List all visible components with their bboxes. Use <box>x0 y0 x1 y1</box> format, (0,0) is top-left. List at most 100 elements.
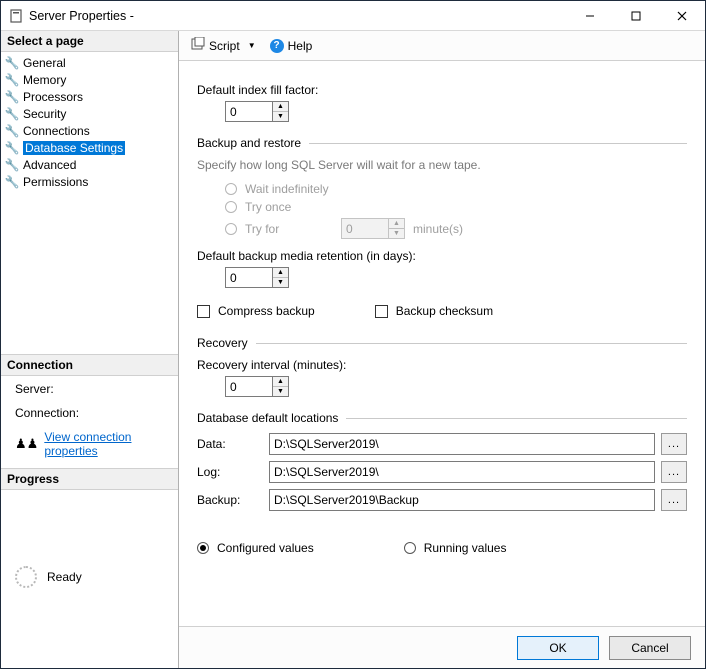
backup-path-input[interactable] <box>269 489 655 511</box>
running-values-label: Running values <box>424 541 507 555</box>
nav-label: General <box>23 56 66 70</box>
retention-input[interactable] <box>226 268 272 287</box>
radio-icon <box>225 223 237 235</box>
help-icon: ? <box>270 39 284 53</box>
maximize-button[interactable] <box>613 1 659 31</box>
nav-connections[interactable]: 🔧 Connections <box>1 122 178 139</box>
script-label: Script <box>209 39 240 53</box>
script-icon <box>191 37 205 54</box>
ok-button[interactable]: OK <box>517 636 599 660</box>
wrench-icon: 🔧 <box>5 56 19 70</box>
running-values-option[interactable]: Running values <box>404 541 507 555</box>
checkbox-icon <box>375 305 388 318</box>
nav-label: Connections <box>23 124 90 138</box>
wrench-icon: 🔧 <box>5 141 19 155</box>
try-for-spinbox: ▲ ▼ <box>341 218 405 239</box>
right-panel: Script ▼ ? Help Default index fill facto… <box>179 31 705 668</box>
backup-label: Backup: <box>197 493 263 507</box>
fill-factor-spinbox[interactable]: ▲ ▼ <box>225 101 289 122</box>
progress-block: Ready <box>1 490 178 668</box>
select-page-head: Select a page <box>1 31 178 52</box>
titlebar: Server Properties - <box>1 1 705 31</box>
connection-block: Server: Connection: ♟♟ View connection p… <box>1 376 178 468</box>
spin-up-icon[interactable]: ▲ <box>273 377 288 387</box>
minimize-button[interactable] <box>567 1 613 31</box>
spin-up-icon[interactable]: ▲ <box>273 268 288 278</box>
progress-head: Progress <box>1 468 178 490</box>
wait-indefinitely-label: Wait indefinitely <box>245 182 329 196</box>
help-button[interactable]: ? Help <box>266 37 317 55</box>
spin-down-icon[interactable]: ▼ <box>273 112 288 121</box>
nav-processors[interactable]: 🔧 Processors <box>1 88 178 105</box>
wrench-icon: 🔧 <box>5 124 19 138</box>
configured-values-option[interactable]: Configured values <box>197 541 314 555</box>
left-panel: Select a page 🔧 General 🔧 Memory 🔧 Proce… <box>1 31 179 668</box>
view-connection-properties-link[interactable]: View connection properties <box>44 430 170 458</box>
data-label: Data: <box>197 437 263 451</box>
progress-spinner-icon <box>15 566 37 588</box>
divider <box>346 418 687 419</box>
log-label: Log: <box>197 465 263 479</box>
cancel-label: Cancel <box>631 641 668 655</box>
try-once-label: Try once <box>245 200 291 214</box>
nav-list: 🔧 General 🔧 Memory 🔧 Processors 🔧 Securi… <box>1 52 178 192</box>
nav-label: Database Settings <box>23 141 125 155</box>
backup-checksum-checkbox[interactable]: Backup checksum <box>375 304 493 318</box>
compress-backup-checkbox[interactable]: Compress backup <box>197 304 315 318</box>
spin-down-icon[interactable]: ▼ <box>273 278 288 287</box>
nav-label: Advanced <box>23 158 76 172</box>
recovery-head: Recovery <box>197 336 687 350</box>
wait-indefinitely-option: Wait indefinitely <box>225 182 687 196</box>
wrench-icon: 🔧 <box>5 175 19 189</box>
server-label: Server: <box>15 382 54 396</box>
nav-advanced[interactable]: 🔧 Advanced <box>1 156 178 173</box>
backup-browse-button[interactable]: ... <box>661 489 687 511</box>
radio-icon <box>197 542 209 554</box>
spin-up-icon[interactable]: ▲ <box>273 102 288 112</box>
locations-grid: Data: ... Log: ... Backup: ... <box>197 433 687 511</box>
nav-label: Processors <box>23 90 83 104</box>
window-title: Server Properties - <box>29 9 567 23</box>
progress-status: Ready <box>47 570 82 584</box>
nav-security[interactable]: 🔧 Security <box>1 105 178 122</box>
data-path-input[interactable] <box>269 433 655 455</box>
locations-label: Database default locations <box>197 411 338 425</box>
connection-label: Connection: <box>15 406 79 420</box>
recovery-label: Recovery <box>197 336 248 350</box>
try-for-input <box>342 219 388 238</box>
ok-label: OK <box>549 641 566 655</box>
fill-factor-input[interactable] <box>226 102 272 121</box>
radio-icon <box>404 542 416 554</box>
window-buttons <box>567 1 705 31</box>
log-path-input[interactable] <box>269 461 655 483</box>
data-browse-button[interactable]: ... <box>661 433 687 455</box>
divider <box>256 343 687 344</box>
try-for-unit: minute(s) <box>413 222 463 236</box>
nav-memory[interactable]: 🔧 Memory <box>1 71 178 88</box>
spin-down-icon[interactable]: ▼ <box>273 387 288 396</box>
close-button[interactable] <box>659 1 705 31</box>
content: Default index fill factor: ▲ ▼ Backup an… <box>179 61 705 626</box>
spin-down-icon: ▼ <box>389 229 404 238</box>
nav-permissions[interactable]: 🔧 Permissions <box>1 173 178 190</box>
nav-general[interactable]: 🔧 General <box>1 54 178 71</box>
retention-label: Default backup media retention (in days)… <box>197 249 687 263</box>
wrench-icon: 🔧 <box>5 107 19 121</box>
backup-restore-label: Backup and restore <box>197 136 301 150</box>
log-browse-button[interactable]: ... <box>661 461 687 483</box>
configured-values-label: Configured values <box>217 541 314 555</box>
spin-up-icon: ▲ <box>389 219 404 229</box>
nav-database-settings[interactable]: 🔧 Database Settings <box>1 139 178 156</box>
toolbar: Script ▼ ? Help <box>179 31 705 61</box>
retention-spinbox[interactable]: ▲ ▼ <box>225 267 289 288</box>
fill-factor-label: Default index fill factor: <box>197 83 687 97</box>
recovery-interval-spinbox[interactable]: ▲ ▼ <box>225 376 289 397</box>
try-once-option: Try once <box>225 200 687 214</box>
connection-head: Connection <box>1 354 178 376</box>
server-icon <box>9 9 23 23</box>
script-button[interactable]: Script ▼ <box>187 35 260 56</box>
recovery-interval-input[interactable] <box>226 377 272 396</box>
cancel-button[interactable]: Cancel <box>609 636 691 660</box>
radio-icon <box>225 201 237 213</box>
recovery-interval-label: Recovery interval (minutes): <box>197 358 687 372</box>
